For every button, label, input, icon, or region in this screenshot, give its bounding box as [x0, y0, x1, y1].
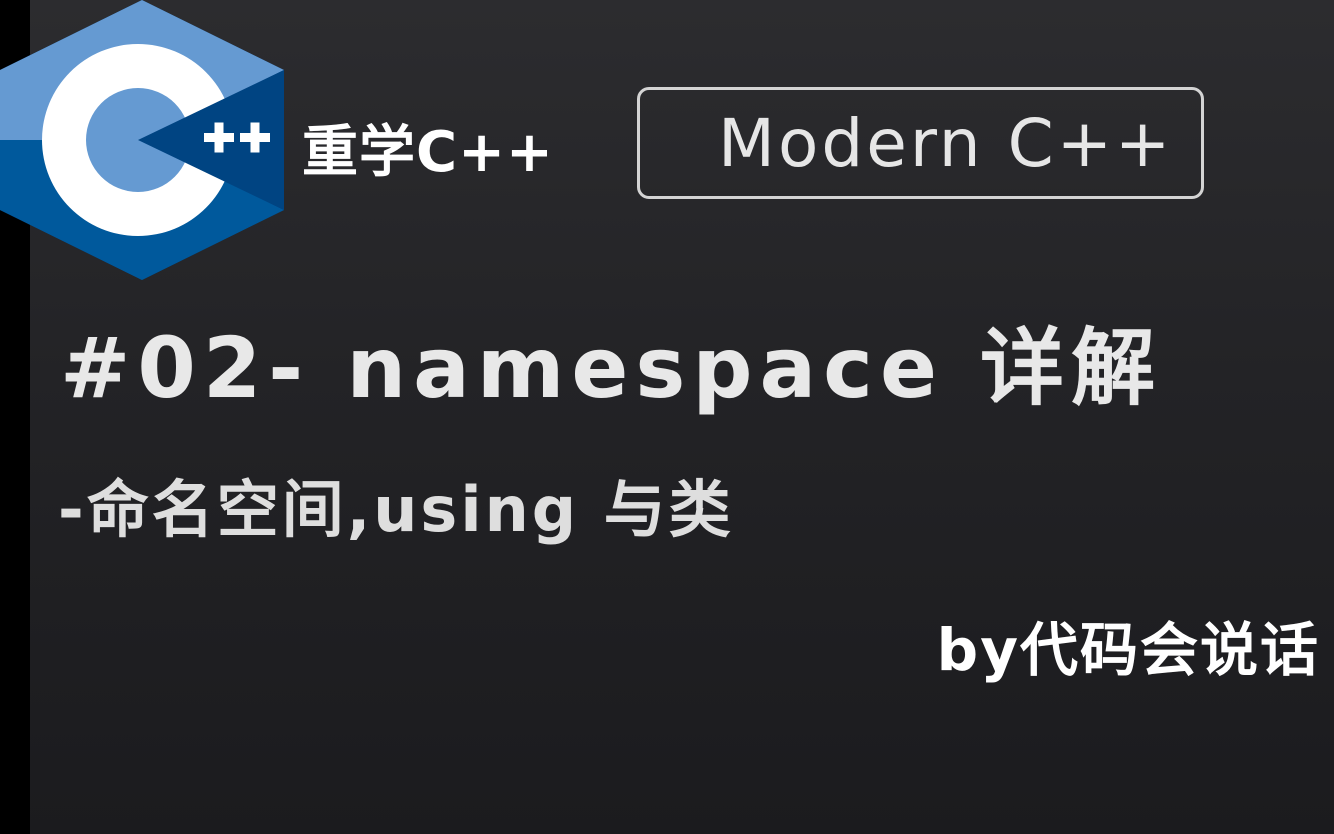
brand-title: 重学C++	[302, 120, 554, 185]
author-byline: by代码会说话	[936, 616, 1320, 684]
lesson-subtitle: -命名空间,using 与类	[58, 473, 734, 546]
modern-cpp-tag-label: Modern C++	[718, 105, 1174, 182]
cpp-hexagon-logo-icon	[0, 0, 284, 280]
cover-canvas: 重学C++ Modern C++ #02- namespace 详解 -命名空间…	[0, 0, 1334, 834]
lesson-title: #02- namespace 详解	[60, 319, 1163, 417]
